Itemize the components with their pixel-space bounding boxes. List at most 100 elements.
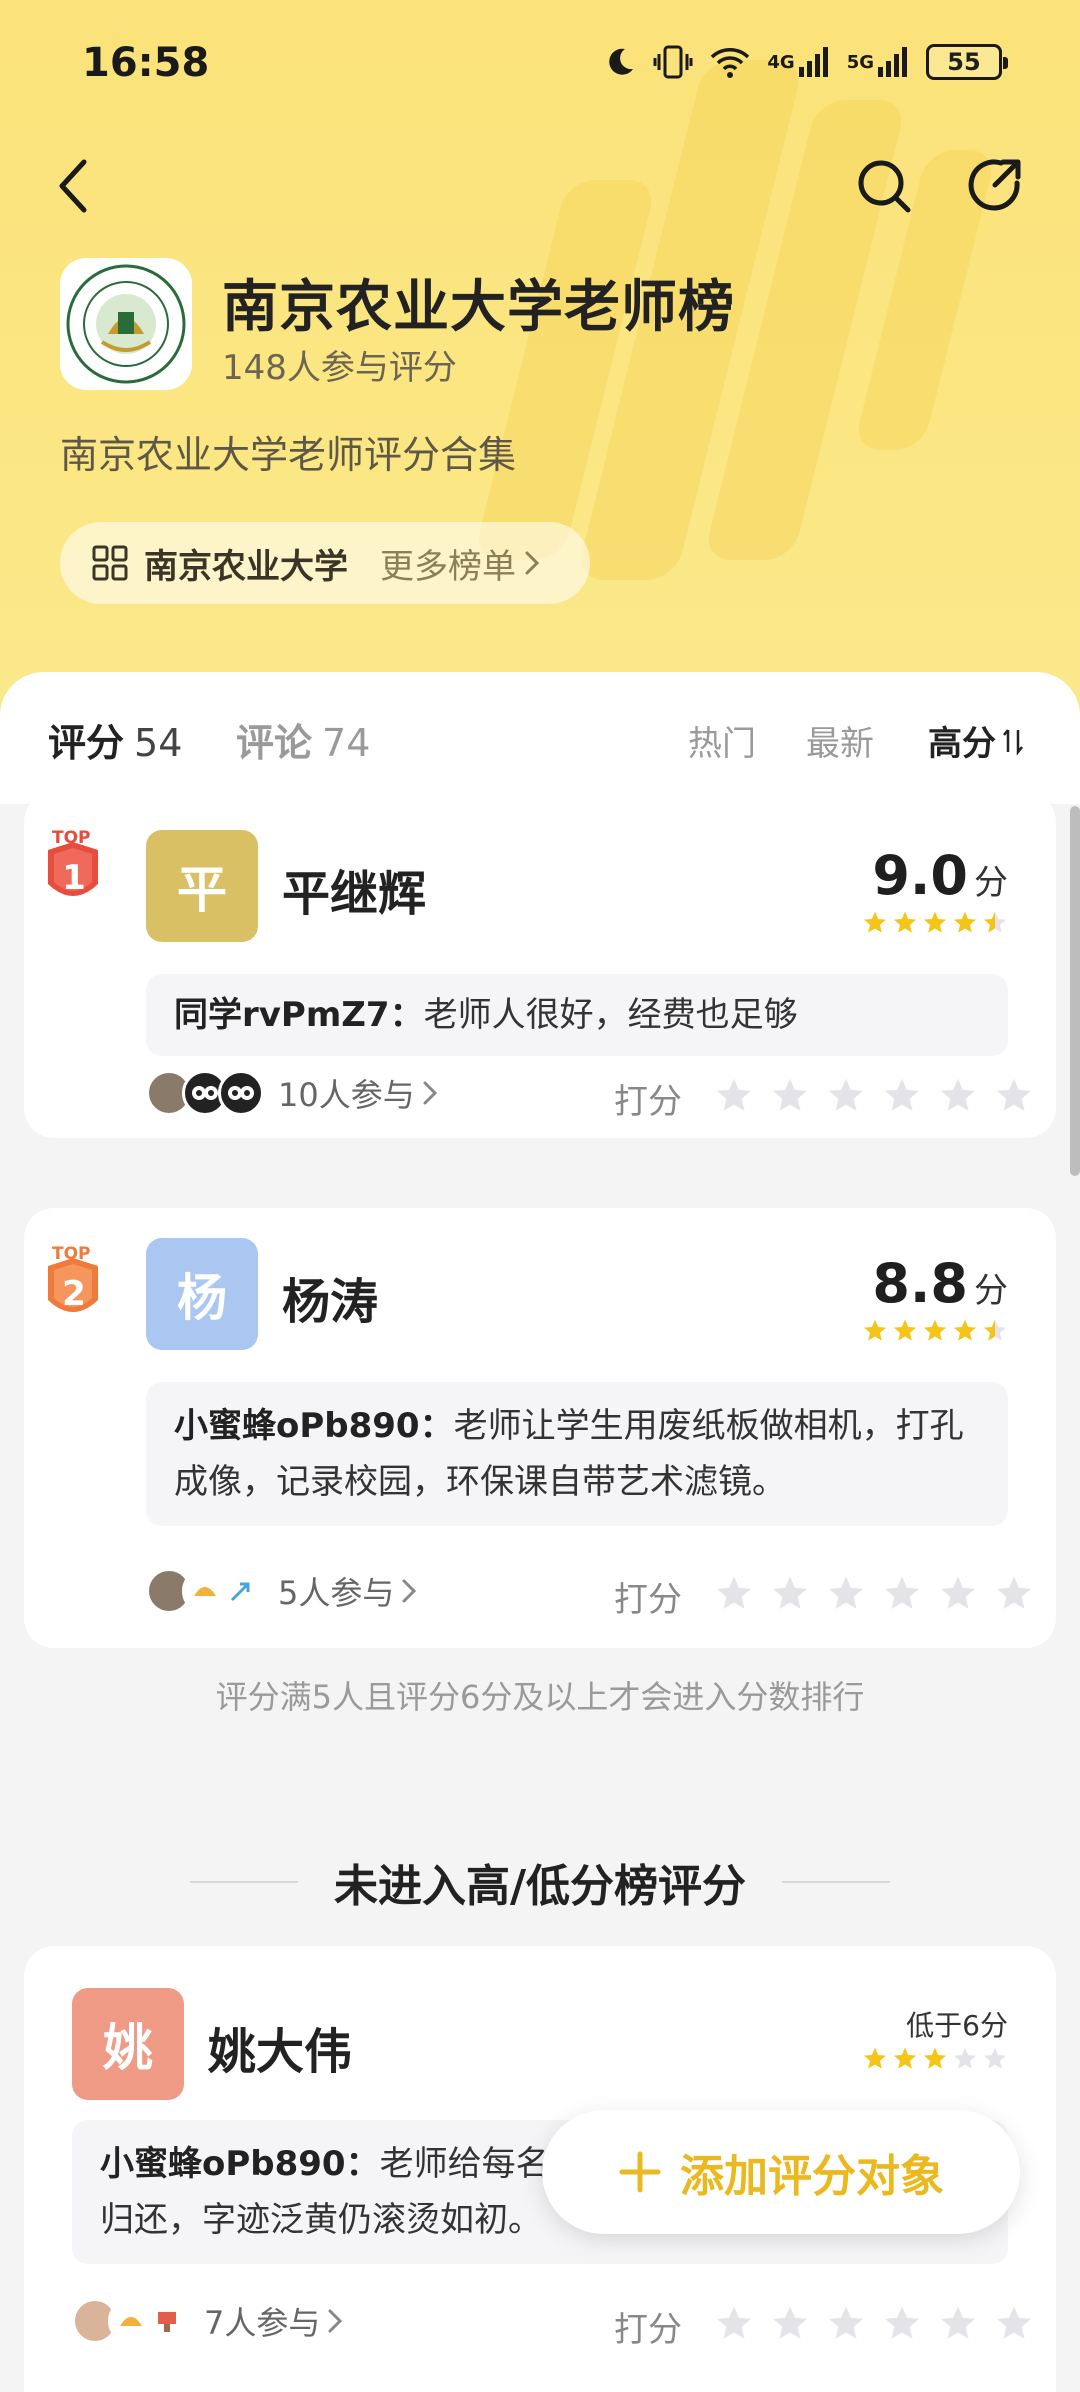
rate-stars[interactable]: [714, 2304, 1034, 2344]
star-icon[interactable]: [994, 1574, 1034, 1614]
star-icon[interactable]: [714, 2304, 754, 2344]
star-icon[interactable]: [882, 2304, 922, 2344]
battery-indicator: 55: [926, 44, 1008, 80]
status-time: 16:58: [82, 40, 210, 86]
teacher-name: 平继辉: [282, 866, 427, 922]
star-icon[interactable]: [882, 1076, 922, 1116]
comment-text-line2: 归还，字迹泛黄仍滚烫如初。: [100, 2200, 542, 2240]
top-label: TOP: [52, 1244, 91, 1264]
star-icon: [923, 1319, 947, 1341]
star-icon[interactable]: [770, 2304, 810, 2344]
comment-user: 同学rvPmZ7：: [174, 995, 424, 1035]
star-icon: [893, 1319, 917, 1341]
rate-stars[interactable]: [714, 1574, 1034, 1614]
scrollbar[interactable]: [1070, 806, 1080, 1176]
star-icon[interactable]: [882, 1574, 922, 1614]
star-icon[interactable]: [770, 1076, 810, 1116]
comment-text: 老师给每名: [379, 2144, 550, 2184]
star-icon[interactable]: [714, 1076, 754, 1116]
participants-link[interactable]: 7人参与: [204, 2298, 344, 2344]
school-logo: [60, 258, 192, 390]
star-icon[interactable]: [994, 1076, 1034, 1116]
star-icon: [983, 1319, 1007, 1341]
participants-row[interactable]: 7人参与: [72, 2298, 344, 2344]
star-icon[interactable]: [994, 2304, 1034, 2344]
plus-icon: [619, 2151, 661, 2193]
school-seal-icon: [66, 264, 186, 384]
share-button[interactable]: [960, 150, 1032, 222]
more-lists-link[interactable]: 更多榜单: [380, 539, 542, 588]
star-icon: [953, 1319, 977, 1341]
rate-stars[interactable]: [714, 1076, 1034, 1116]
star-icon[interactable]: [826, 2304, 866, 2344]
tab-score-count: 54: [134, 721, 183, 765]
participant-avatar: [218, 1568, 264, 1614]
tab-comment-count: 74: [322, 721, 371, 765]
star-icon[interactable]: [938, 2304, 978, 2344]
tab-score[interactable]: 评分 54: [48, 712, 182, 767]
rank-number: 2: [62, 1274, 86, 1314]
tab-comment-label: 评论: [236, 721, 313, 765]
search-button[interactable]: [848, 150, 920, 222]
teacher-name: 杨涛: [282, 1274, 379, 1330]
participants-link[interactable]: 10人参与: [278, 1070, 439, 1116]
participants-row[interactable]: 5人参与: [146, 1568, 418, 1614]
participants-count: 148人参与评分: [222, 348, 457, 388]
list-description: 南京农业大学老师评分合集: [60, 433, 517, 477]
sort-order-icon: [1003, 728, 1023, 756]
score-value: 9.0: [872, 844, 968, 907]
star-icon[interactable]: [714, 1574, 754, 1614]
chevron-right-icon: [402, 1579, 417, 1603]
vibrate-icon: [653, 44, 693, 80]
school-pill[interactable]: 南京农业大学 更多榜单: [60, 522, 590, 604]
divider-right: [782, 1881, 891, 1883]
rank-number: 1: [62, 858, 86, 898]
star-icon[interactable]: [770, 1574, 810, 1614]
share-icon: [968, 159, 1021, 211]
tabs-bar: 评分 54 评论 74 热门 最新 高分: [0, 672, 1080, 804]
star-icon: [983, 911, 1007, 933]
add-rating-target-button[interactable]: 添加评分对象: [542, 2110, 1020, 2234]
teacher-avatar: 平: [146, 830, 258, 942]
sort-hot[interactable]: 热门: [688, 716, 756, 765]
star-icon[interactable]: [938, 1574, 978, 1614]
signal-5g-icon: 5G: [847, 45, 910, 79]
participants-link[interactable]: 5人参与: [278, 1568, 418, 1614]
teacher-score: 9.0 分: [872, 844, 1008, 907]
page-title: 南京农业大学老师榜: [222, 275, 735, 340]
star-icon[interactable]: [826, 1574, 866, 1614]
add-rating-target-label: 添加评分对象: [680, 2151, 944, 2202]
featured-comment[interactable]: 小蜜蜂oPb890：老师让学生用废纸板做相机，打孔成像，记录校园，环保课自带艺术…: [146, 1382, 1008, 1526]
star-icon[interactable]: [938, 1076, 978, 1116]
teacher-card-rank-2[interactable]: TOP 2 杨 杨涛 8.8 分 小蜜蜂oPb890：老师让学生用废纸板做相机，…: [24, 1208, 1056, 1648]
sort-new[interactable]: 最新: [806, 716, 874, 765]
star-icon: [923, 2047, 947, 2069]
tab-score-label: 评分: [48, 721, 125, 765]
tab-comment[interactable]: 评论 74: [236, 712, 370, 767]
network-5g-label: 5G: [846, 51, 874, 73]
participants-text: 7人参与: [204, 2304, 321, 2342]
sort-high[interactable]: 高分: [928, 716, 1024, 765]
participants-text: 10人参与: [278, 1076, 415, 1114]
school-name: 南京农业大学: [144, 546, 348, 587]
chevron-right-icon: [423, 1081, 437, 1105]
search-icon: [858, 160, 911, 213]
teacher-card-rank-1[interactable]: TOP 1 平 平继辉 9.0 分 同学rvPmZ7：老师人很好，经费也足够 1…: [24, 792, 1056, 1138]
teacher-avatar: 姚: [72, 1988, 184, 2100]
score-value: 8.8: [872, 1252, 968, 1315]
score-unit: 分: [974, 1271, 1008, 1311]
comment-user: 小蜜蜂oPb890：: [100, 2144, 380, 2184]
section-title-text: 未进入高/低分榜评分: [333, 1861, 747, 1912]
participants-row[interactable]: 10人参与: [146, 1070, 439, 1116]
featured-comment[interactable]: 同学rvPmZ7：老师人很好，经费也足够: [146, 974, 1008, 1056]
star-icon[interactable]: [826, 1076, 866, 1116]
network-4g-label: 4G: [767, 51, 795, 73]
star-icon: [923, 911, 947, 933]
rate-label: 打分: [614, 2310, 682, 2350]
chevron-right-icon: [328, 2309, 343, 2333]
star-icon: [863, 2047, 887, 2069]
back-button[interactable]: [38, 150, 110, 222]
star-icon: [953, 911, 977, 933]
score-unit: 分: [974, 863, 1008, 903]
top-label: TOP: [52, 828, 91, 848]
